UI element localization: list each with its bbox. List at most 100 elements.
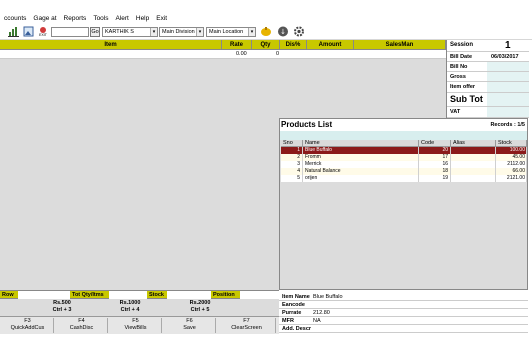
menu-help[interactable]: Help xyxy=(136,15,149,22)
vat-label: VAT xyxy=(450,109,461,115)
column-code[interactable]: Code xyxy=(419,140,451,147)
product-code: 18 xyxy=(419,168,451,175)
product-row[interactable]: 5 orijen 19 2121.00 xyxy=(281,175,527,182)
image-icon[interactable] xyxy=(23,26,35,37)
salesman-select[interactable]: KARTHIK S ▾ xyxy=(102,27,158,37)
product-row[interactable]: 3 Merrick 16 2112.00 xyxy=(281,161,527,168)
session-value: 1 xyxy=(505,40,511,51)
division-value: Main Division xyxy=(162,29,195,35)
column-amount[interactable]: Amount xyxy=(307,40,354,50)
vat-value xyxy=(487,107,529,117)
fkey-label: F6 xyxy=(186,318,193,324)
info-icon[interactable]: ↓ xyxy=(277,26,289,37)
offer-shortcut: Ctrl + 4 xyxy=(120,307,140,313)
product-row-selected[interactable]: 1 Blue Buffalo 20 100.00 xyxy=(281,147,527,154)
item-name-value: Blue Buffalo xyxy=(313,294,343,300)
product-alias xyxy=(451,161,496,168)
offer-shortcut: Ctrl + 5 xyxy=(190,307,210,313)
weighing-icon[interactable] xyxy=(260,26,272,37)
view-bills-button[interactable]: F5 ViewBills xyxy=(110,318,162,333)
menu-gage-at[interactable]: Gage at xyxy=(33,15,56,22)
purrate-label: Purrate xyxy=(282,310,302,316)
column-rate[interactable]: Rate xyxy=(222,40,252,50)
product-stock: 2121.00 xyxy=(496,175,527,182)
item-grid-header: Item Rate Qty Dis% Amount SalesMan xyxy=(0,40,446,50)
sub-tot-row: Sub Tot xyxy=(447,93,529,107)
bill-no-label: Bill No xyxy=(450,64,468,70)
barcode-search-input[interactable] xyxy=(51,27,89,37)
row-value xyxy=(18,291,70,299)
division-select[interactable]: Main Division ▾ xyxy=(159,27,204,37)
vat-row: VAT xyxy=(447,107,529,118)
product-stock: 45.00 xyxy=(496,154,527,161)
product-code: 20 xyxy=(419,147,451,154)
item-offer-row: Item offer xyxy=(447,82,529,93)
item-name-row: Item Name Blue Buffalo xyxy=(279,293,528,301)
row-rate: 0.00 xyxy=(236,51,247,57)
offer-2000[interactable]: Rs.2000 Ctrl + 5 xyxy=(175,300,225,314)
menu-reports[interactable]: Reports xyxy=(64,15,87,22)
product-name: Fromm xyxy=(303,154,419,161)
cash-discount-button[interactable]: F4 CashDisc xyxy=(56,318,108,333)
column-alias[interactable]: Alias xyxy=(451,140,496,147)
column-sno[interactable]: Sno xyxy=(281,140,303,147)
product-code: 19 xyxy=(419,175,451,182)
eancode-row: Eancode xyxy=(279,301,528,309)
row-qty: 0 xyxy=(276,51,280,57)
sub-tot-value xyxy=(487,93,529,106)
bar-chart-icon[interactable] xyxy=(8,26,20,37)
toolbar: EXIT Go KARTHIK S ▾ Main Division ▾ Main… xyxy=(0,24,532,40)
fkey-label: F4 xyxy=(78,318,85,324)
session-label: Session xyxy=(450,42,474,48)
offer-amount: Rs.1000 xyxy=(119,300,141,306)
bill-summary-panel: Session 1 Bill Date 06/03/2017 Bill No G… xyxy=(446,40,529,118)
session-row: Session 1 xyxy=(447,40,529,52)
offer-amount: Rs.2000 xyxy=(189,300,211,306)
column-dis[interactable]: Dis% xyxy=(280,40,307,50)
product-alias xyxy=(451,154,496,161)
go-button[interactable]: Go xyxy=(90,27,100,37)
menu-accounts[interactable]: ccounts xyxy=(4,15,26,22)
product-code: 16 xyxy=(419,161,451,168)
clear-screen-button[interactable]: F7 ClearScreen xyxy=(218,318,276,333)
item-offer-value xyxy=(487,82,529,92)
column-stock[interactable]: Stock xyxy=(496,140,527,147)
item-name-label: Item Name xyxy=(282,294,310,300)
product-row[interactable]: 4 Natural Balance 18 66.00 xyxy=(281,168,527,175)
gross-row: Gross xyxy=(447,72,529,82)
product-stock: 66.00 xyxy=(496,168,527,175)
item-grid-body[interactable] xyxy=(0,59,279,290)
menu-alert[interactable]: Alert xyxy=(116,15,129,22)
column-qty[interactable]: Qty xyxy=(252,40,280,50)
exit-icon[interactable]: EXIT xyxy=(37,26,49,37)
menu-tools[interactable]: Tools xyxy=(93,15,108,22)
product-row[interactable]: 2 Fromm 17 45.00 xyxy=(281,154,527,161)
product-stock: 100.00 xyxy=(496,147,527,154)
add-desc-label: Add. Descr xyxy=(282,326,312,332)
gear-icon[interactable] xyxy=(293,26,305,37)
quick-add-customer-button[interactable]: F3 QuickAddCus xyxy=(2,318,54,333)
fkey-action: ViewBills xyxy=(124,325,147,331)
bill-date-row: Bill Date 06/03/2017 xyxy=(447,52,529,62)
offer-500[interactable]: Rs.500 Ctrl + 3 xyxy=(37,300,87,314)
mfr-value: NA xyxy=(313,318,321,324)
position-label: Position xyxy=(213,292,235,298)
location-select[interactable]: Main Location ▾ xyxy=(206,27,256,37)
column-salesman[interactable]: SalesMan xyxy=(354,40,446,50)
item-info-panel: Item Name Blue Buffalo Eancode Purrate 2… xyxy=(279,293,528,337)
save-button[interactable]: F6 Save xyxy=(164,318,216,333)
product-name: Merrick xyxy=(303,161,419,168)
product-sno: 4 xyxy=(281,168,303,175)
offer-1000[interactable]: Rs.1000 Ctrl + 4 xyxy=(105,300,155,314)
fkey-label: F5 xyxy=(132,318,139,324)
products-list-titlebar: Products List Records : 1/5 xyxy=(280,119,527,131)
products-list-title: Products List xyxy=(281,120,333,129)
sub-tot-label: Sub Tot xyxy=(450,94,483,104)
menu-exit[interactable]: Exit xyxy=(156,15,167,22)
bill-date-label: Bill Date xyxy=(450,54,473,60)
column-item[interactable]: Item xyxy=(0,40,222,50)
tot-qty-label: Tot Qty/Itms xyxy=(72,292,104,298)
column-name[interactable]: Name xyxy=(303,140,419,147)
table-row[interactable]: 0.00 0 xyxy=(0,50,446,59)
chevron-down-icon: ▾ xyxy=(248,28,255,36)
